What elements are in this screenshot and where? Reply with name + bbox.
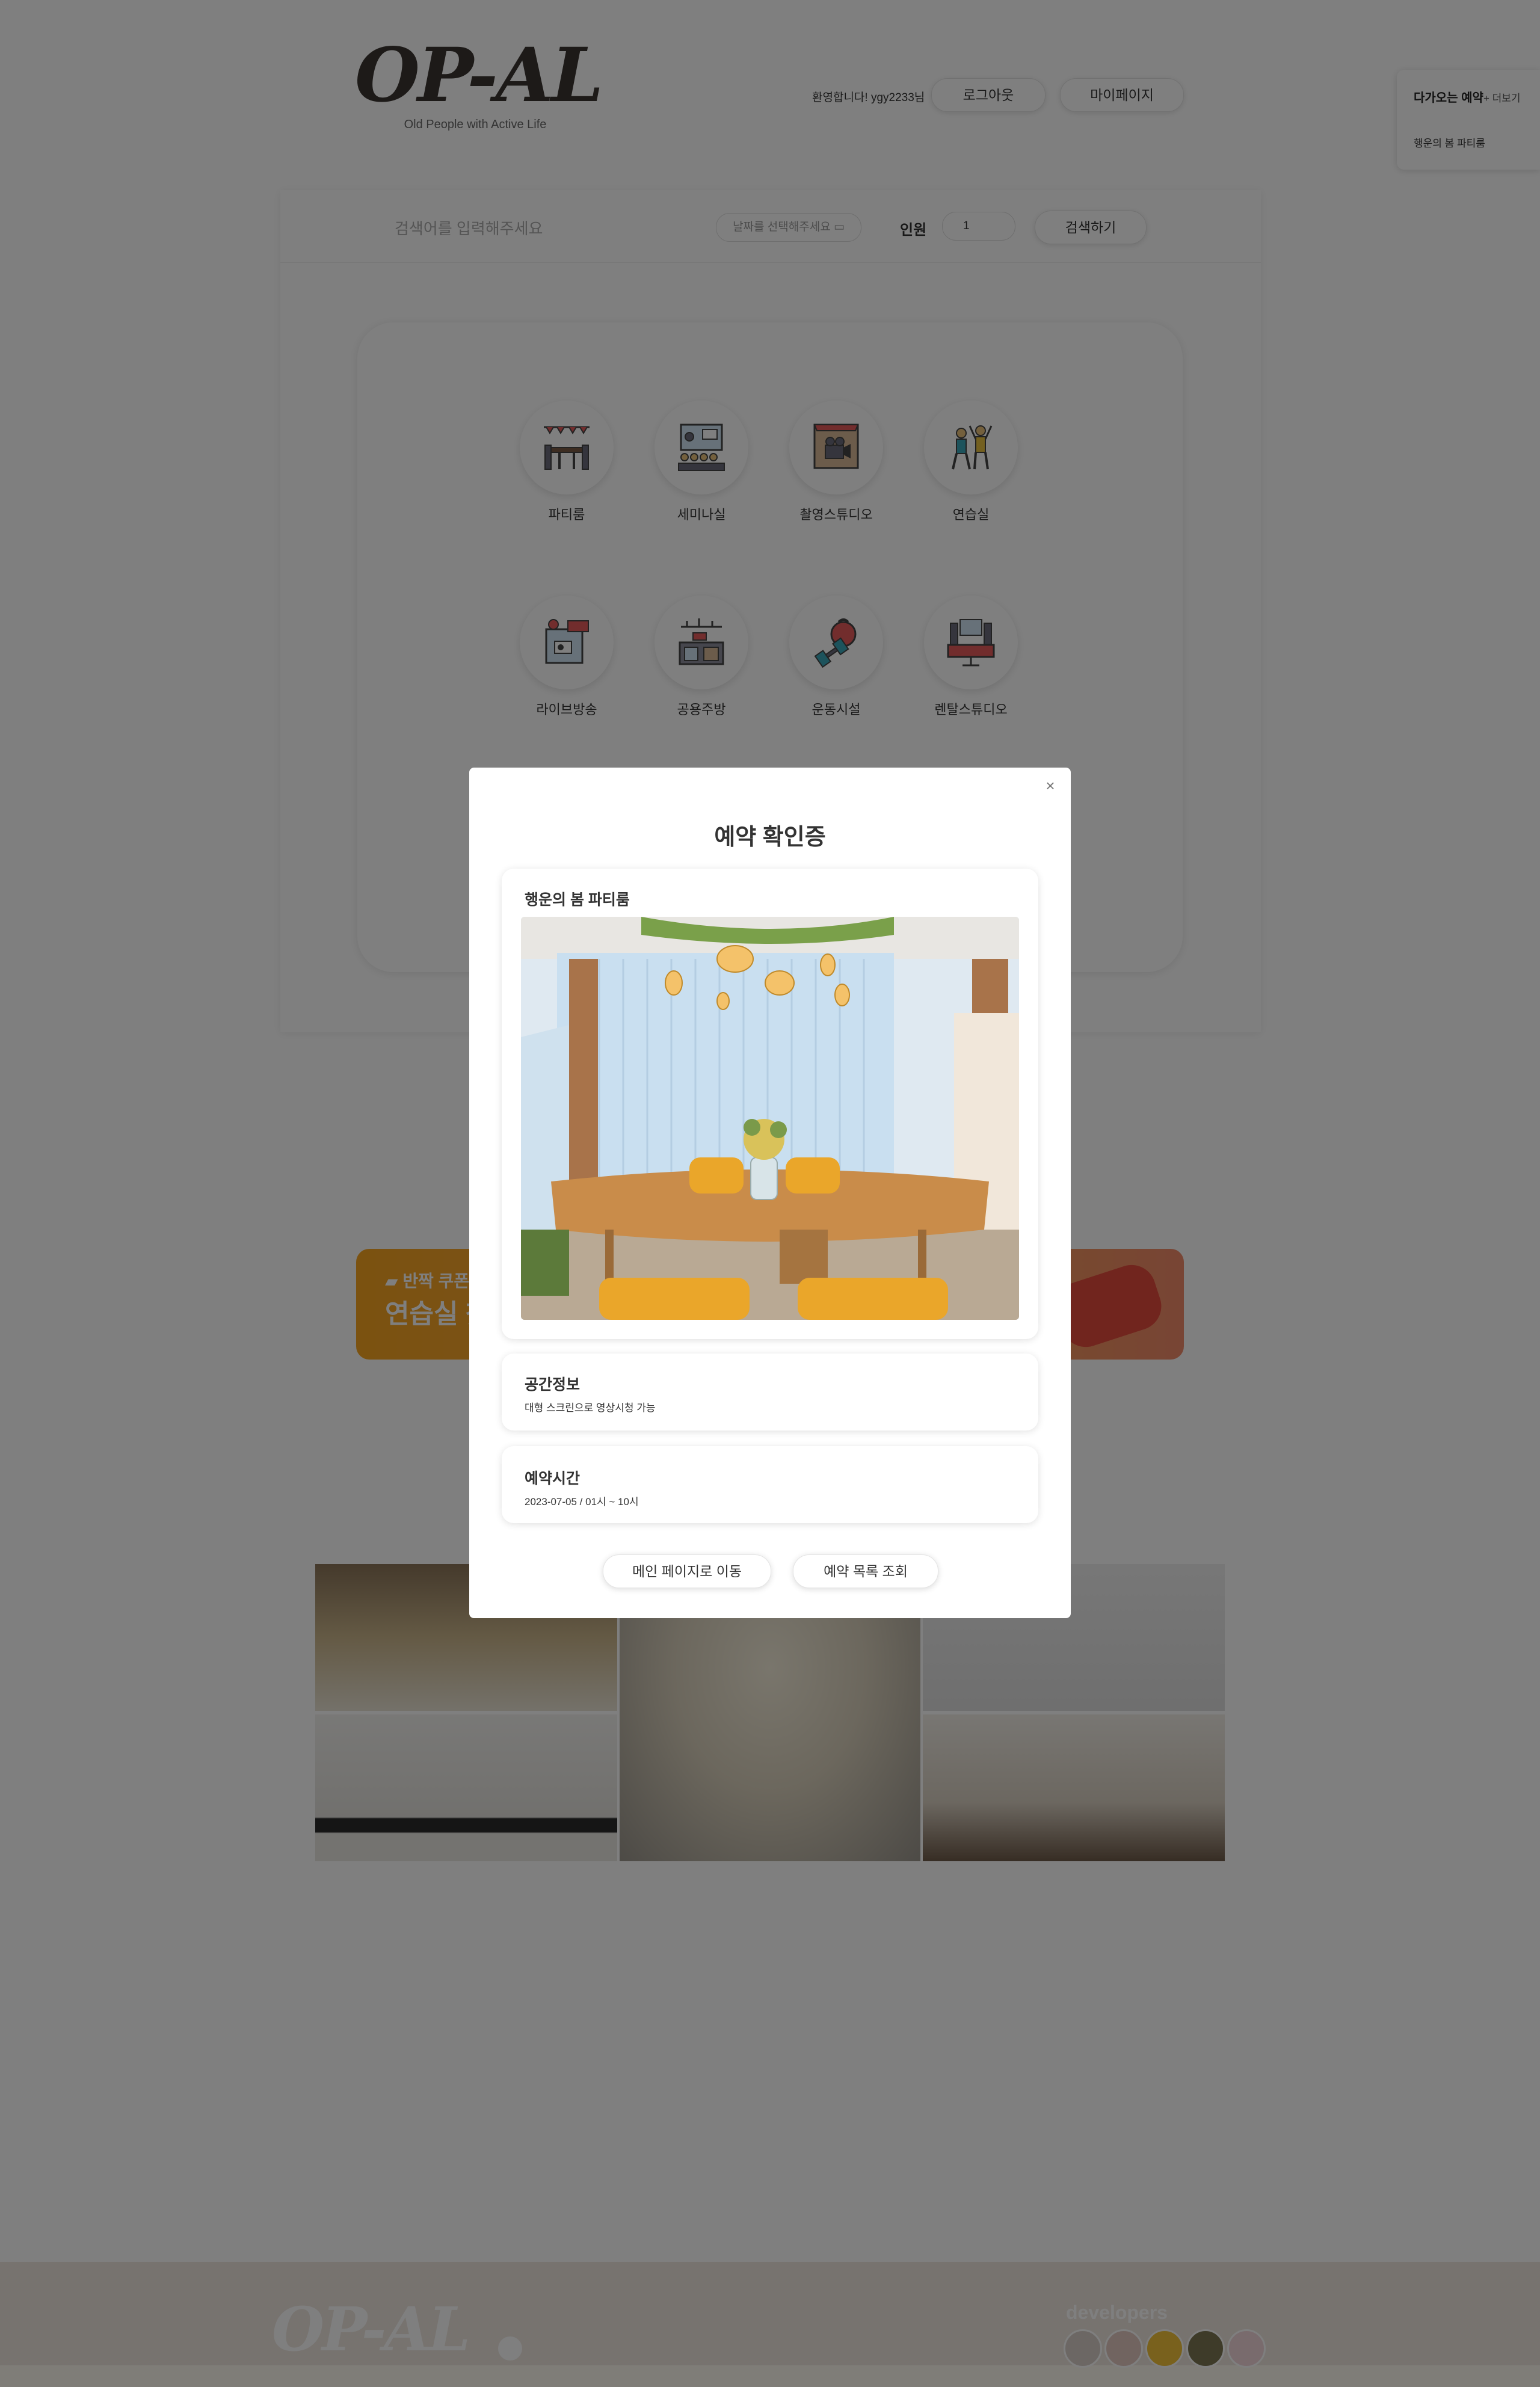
go-main-button[interactable]: 메인 페이지로 이동 (603, 1554, 771, 1588)
space-info-text: 대형 스크린으로 영상시청 가능 (525, 1402, 656, 1414)
space-info-card: 공간정보 대형 스크린으로 영상시청 가능 (502, 1354, 1038, 1431)
room-photo (521, 917, 1019, 1320)
modal-title: 예약 확인증 (714, 825, 826, 850)
room-name: 행운의 봄 파티룸 (525, 892, 630, 908)
room-photo-image (521, 917, 1019, 1320)
reservation-time-title: 예약시간 (525, 1470, 581, 1487)
reservation-time-card: 예약시간 2023-07-05 / 01시 ~ 10시 (502, 1446, 1038, 1523)
reservation-time-value: 2023-07-05 / 01시 ~ 10시 (525, 1496, 639, 1508)
close-icon[interactable]: × (1043, 778, 1058, 793)
page: OP-AL Old People with Active Life 환영합니다!… (0, 0, 1540, 2387)
reservation-list-button[interactable]: 예약 목록 조회 (793, 1554, 938, 1588)
space-info-title: 공간정보 (525, 1376, 581, 1393)
